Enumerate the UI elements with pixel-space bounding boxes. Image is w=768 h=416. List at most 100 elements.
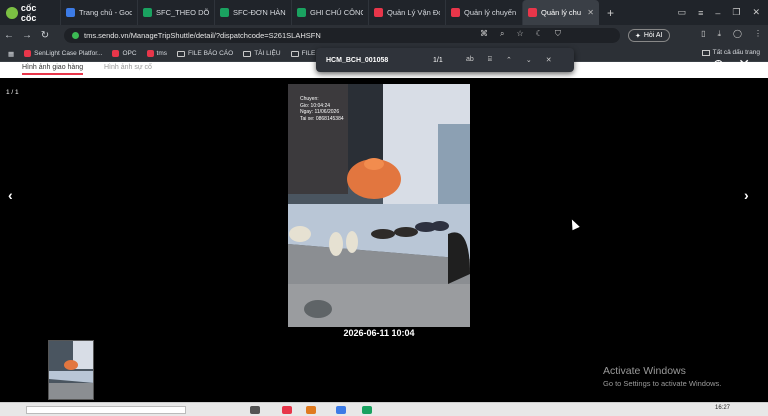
all-bookmarks-label: Tất cả dấu trang xyxy=(712,49,760,56)
tab-label: SFC-ĐƠN HÀNG xyxy=(233,8,286,17)
bookmark-folder[interactable]: FILE BÁO CÁO xyxy=(177,50,233,57)
bookmark-folder[interactable]: TÀI LIỆU xyxy=(243,50,281,57)
watermark-title: Activate Windows xyxy=(603,365,686,377)
browser-tab-bar: cốc cốc Trang chủ - Goo SFC_THEO DÕI ( S… xyxy=(0,0,768,25)
photo-overlay-text: Chuyen: Gio: 10:04:24 Ngay: 11/06/2026 T… xyxy=(300,96,344,122)
bookmark-label: TÀI LIỆU xyxy=(254,50,281,57)
browser-tab[interactable]: GHI CHÚ CÔNG xyxy=(291,0,368,25)
sheets-icon xyxy=(143,8,152,17)
ask-ai-button[interactable]: ✦ Hỏi AI xyxy=(628,29,670,42)
more-icon[interactable]: ⋮ xyxy=(754,29,762,39)
previous-match-icon[interactable]: ⌃ xyxy=(506,56,512,64)
tab-label: SFC_THEO DÕI ( xyxy=(156,8,209,17)
bookmark-label: FILE BÁO CÁO xyxy=(188,50,234,57)
bookmark-star-icon[interactable]: ☆ xyxy=(516,29,523,39)
tab-search-icon[interactable]: ▭ xyxy=(678,7,687,18)
sendo-icon xyxy=(146,50,154,57)
bookmark-item[interactable]: tms xyxy=(146,50,168,57)
tab-label: GHI CHÚ CÔNG xyxy=(310,8,363,17)
bookmark-label: tms xyxy=(156,50,168,57)
window-controls: ▭ ≡ – ❐ ✕ xyxy=(678,0,768,25)
app-taskbar-icon[interactable] xyxy=(306,406,316,414)
sparkle-icon: ✦ xyxy=(635,32,641,40)
back-icon[interactable]: ← xyxy=(0,30,18,41)
close-viewer-icon[interactable]: ✕ xyxy=(738,56,750,73)
find-input[interactable]: HCM_BCH_001058 xyxy=(326,57,388,64)
overlay-line: Ngay: 11/06/2026 xyxy=(300,109,340,115)
thumbnail-graphic xyxy=(49,341,93,399)
browser-tab[interactable]: SFC-ĐƠN HÀNG xyxy=(214,0,291,25)
watermark-subtitle: Go to Settings to activate Windows. xyxy=(603,379,722,388)
close-find-icon[interactable]: ✕ xyxy=(546,56,552,64)
toolbar-right-icons: ▯ ⤓ ◯ ⋮ xyxy=(701,29,762,39)
coccoc-taskbar-icon[interactable] xyxy=(282,406,292,414)
close-tab-icon[interactable]: ✕ xyxy=(587,8,594,17)
tab-incident-images[interactable]: Hình ảnh sự cố xyxy=(104,64,152,71)
bookmark-label: SenLight Case Platfor... xyxy=(34,50,103,57)
sendo-icon xyxy=(451,8,460,17)
tab-delivery-images[interactable]: Hình ảnh giao hàng xyxy=(22,64,84,75)
bookmark-item[interactable]: SenLight Case Platfor... xyxy=(24,50,102,57)
app-taskbar-icon[interactable] xyxy=(362,406,372,414)
bookmark-label: OPC xyxy=(122,50,137,57)
browser-tab[interactable]: Trang chủ - Goo xyxy=(60,0,137,25)
new-tab-button[interactable]: + xyxy=(599,6,622,20)
address-bar-icons: ⌘ ⌕ ☆ ☾ ⛉ xyxy=(480,29,561,39)
match-case-icon[interactable]: ab xyxy=(466,56,474,64)
minimize-icon[interactable]: – xyxy=(715,8,720,18)
app-taskbar-icon[interactable] xyxy=(336,406,346,414)
tab-label: Trang chủ - Goo xyxy=(79,8,132,17)
forward-icon[interactable]: → xyxy=(18,30,36,41)
menu-icon[interactable]: ≡ xyxy=(698,8,703,18)
reload-icon[interactable]: ↻ xyxy=(36,30,54,41)
browser-tab[interactable]: Quản lý chuyến xyxy=(445,0,522,25)
tab-label: Quản lý chuyến xyxy=(464,8,517,17)
page-viewer: Hình ảnh giao hàng Hình ảnh sự cố ⊕ ✕ 1 … xyxy=(0,56,768,402)
address-bar-row: ← → ↻ tms.sendo.vn/ManageTripShuttle/det… xyxy=(0,25,768,46)
image-counter: 1 / 1 xyxy=(6,89,19,96)
folder-icon xyxy=(290,50,299,57)
activate-windows-watermark: Activate Windows Go to Settings to activ… xyxy=(603,365,721,388)
url-text: tms.sendo.vn/ManageTripShuttle/detail/?d… xyxy=(84,31,321,40)
prev-image-icon[interactable]: ‹ xyxy=(8,187,13,203)
browser-tab[interactable]: Quản Lý Vận Đơ xyxy=(368,0,445,25)
taskbar-clock: 16:27 xyxy=(714,405,730,411)
bookmark-item[interactable]: OPC xyxy=(112,50,137,57)
folder-icon xyxy=(243,50,252,57)
browser-tab-active[interactable]: Quản lý chu ✕ xyxy=(522,0,599,25)
site-info-icon[interactable] xyxy=(72,32,79,39)
ask-ai-label: Hỏi AI xyxy=(643,32,663,39)
taskbar-search[interactable] xyxy=(26,406,186,414)
browser-tab[interactable]: SFC_THEO DÕI ( xyxy=(137,0,214,25)
sendo-icon xyxy=(374,8,383,17)
all-bookmarks-button[interactable]: Tất cả dấu trang xyxy=(701,49,760,56)
overlay-line: Tai xe: 0868145384 xyxy=(300,115,344,122)
zoom-icon[interactable]: ⌕ xyxy=(500,29,504,39)
next-match-icon[interactable]: ⌄ xyxy=(526,56,532,64)
profile-icon[interactable]: ◯ xyxy=(733,29,742,39)
restore-icon[interactable]: ❐ xyxy=(732,7,740,18)
download-icon[interactable]: ⤓ xyxy=(718,29,722,39)
translate-icon[interactable]: ⌘ xyxy=(480,29,488,39)
browser-brand-label: cốc cốc xyxy=(20,2,37,23)
tab-label: Quản Lý Vận Đơ xyxy=(387,8,440,17)
folder-icon xyxy=(177,50,186,57)
browser-logo: cốc cốc xyxy=(0,3,60,23)
viewer-controls: ⊕ ✕ xyxy=(713,56,750,73)
zoom-in-icon[interactable]: ⊕ xyxy=(713,56,725,73)
photo-timestamp: 2026-06-11 10:04 xyxy=(343,328,415,338)
whole-word-icon[interactable]: ⌸ xyxy=(488,56,492,64)
dark-mode-icon[interactable]: ☾ xyxy=(536,29,543,39)
next-image-icon[interactable]: › xyxy=(744,187,749,203)
windows-taskbar: 16:27 xyxy=(0,402,768,416)
sendo-icon xyxy=(528,8,537,17)
thumbnail[interactable] xyxy=(48,340,94,400)
reader-icon[interactable]: ▯ xyxy=(701,29,705,39)
taskview-icon[interactable] xyxy=(250,406,260,414)
find-count: 1/1 xyxy=(433,56,443,64)
sendo-icon xyxy=(24,50,32,57)
tab-label: Quản lý chu xyxy=(541,8,582,17)
apps-grid-icon[interactable]: ▦ xyxy=(8,50,14,58)
shield-icon[interactable]: ⛉ xyxy=(555,29,561,39)
close-window-icon[interactable]: ✕ xyxy=(752,7,760,18)
